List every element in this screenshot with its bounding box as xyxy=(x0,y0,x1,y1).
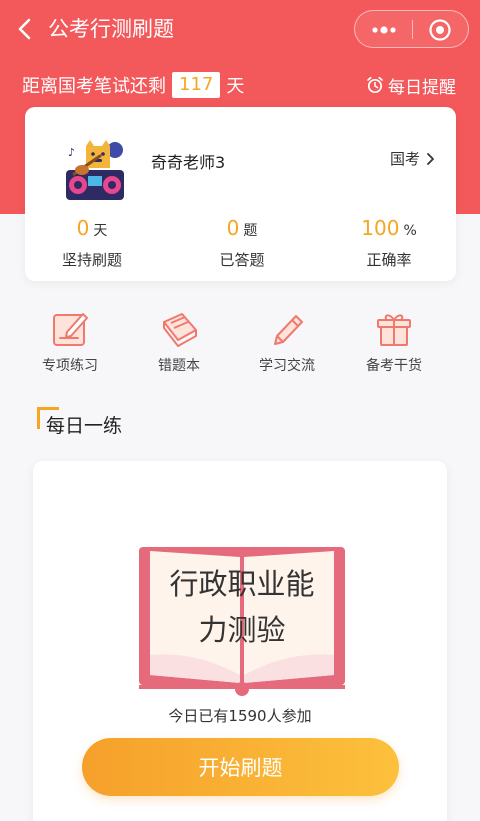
book-title: 行政职业能 力测验 xyxy=(136,561,348,653)
avatar[interactable]: ♪ xyxy=(60,134,130,204)
book-title-line: 力测验 xyxy=(198,613,286,647)
stat-label: 已答题 xyxy=(219,251,265,269)
menu-wrong-book[interactable]: 错题本 xyxy=(131,308,227,375)
book-title-line: 行政职业能 xyxy=(169,567,315,601)
pencil-icon xyxy=(274,315,303,345)
stat-unit: 天 xyxy=(93,223,108,239)
stat-value: 100 xyxy=(361,216,400,240)
reminder-label: 每日提醒 xyxy=(388,77,456,98)
menu-special-practice[interactable]: 专项练习 xyxy=(22,308,118,375)
menu-prep-materials[interactable]: 备考干货 xyxy=(346,308,442,375)
stat-unit: 题 xyxy=(243,223,258,239)
notebook-icon xyxy=(163,313,197,347)
alarm-clock-icon xyxy=(367,76,383,94)
menu-label: 学习交流 xyxy=(259,358,315,374)
stat-accuracy: 100% 正确率 xyxy=(329,215,449,270)
stat-label: 正确率 xyxy=(366,251,412,269)
countdown-days: 117 xyxy=(172,72,221,98)
exam-type-label: 国考 xyxy=(390,150,421,168)
chevron-left-icon[interactable] xyxy=(12,12,40,46)
stat-streak: 0天 坚持刷题 xyxy=(32,215,152,270)
section-title: 每日一练 xyxy=(46,415,123,437)
stat-unit: % xyxy=(403,223,417,239)
menu-label: 备考干货 xyxy=(366,358,422,374)
countdown-prefix: 距离国考笔试还剩 xyxy=(22,76,166,97)
menu-label: 错题本 xyxy=(158,358,200,374)
exam-countdown: 距离国考笔试还剩 117 天 xyxy=(22,70,244,100)
daily-practice-card: 行政职业能 力测验 今日已有1590人参加 开始刷题 xyxy=(33,461,447,821)
capsule-divider xyxy=(412,20,413,39)
start-practice-button[interactable]: 开始刷题 xyxy=(82,738,399,796)
menu-study-exchange[interactable]: 学习交流 xyxy=(239,308,335,375)
menu-label: 专项练习 xyxy=(42,358,98,374)
edit-note-icon xyxy=(53,313,88,346)
countdown-suffix: 天 xyxy=(226,76,245,97)
svg-text:♪: ♪ xyxy=(68,146,75,159)
stat-value: 0 xyxy=(76,216,90,240)
page-title: 公考行测刷题 xyxy=(48,17,174,41)
stat-label: 坚持刷题 xyxy=(61,251,122,269)
nav-bar: 公考行测刷题 xyxy=(0,0,480,60)
chevron-right-icon xyxy=(427,152,434,165)
target-circle-icon[interactable] xyxy=(428,18,452,42)
profile-card: ♪ 奇奇老师3 国考 0天 坚持刷题 0题 已答题 100% 正确率 xyxy=(25,107,456,281)
username: 奇奇老师3 xyxy=(151,153,226,172)
exam-type-selector[interactable]: 国考 xyxy=(390,148,435,169)
participants-count: 今日已有1590人参加 xyxy=(168,707,312,725)
gift-icon xyxy=(377,314,411,346)
more-dots-icon[interactable] xyxy=(369,22,399,38)
daily-reminder-button[interactable]: 每日提醒 xyxy=(366,72,456,98)
mini-program-capsule xyxy=(354,10,469,48)
stat-answered: 0题 已答题 xyxy=(182,215,302,270)
stat-value: 0 xyxy=(226,216,240,240)
